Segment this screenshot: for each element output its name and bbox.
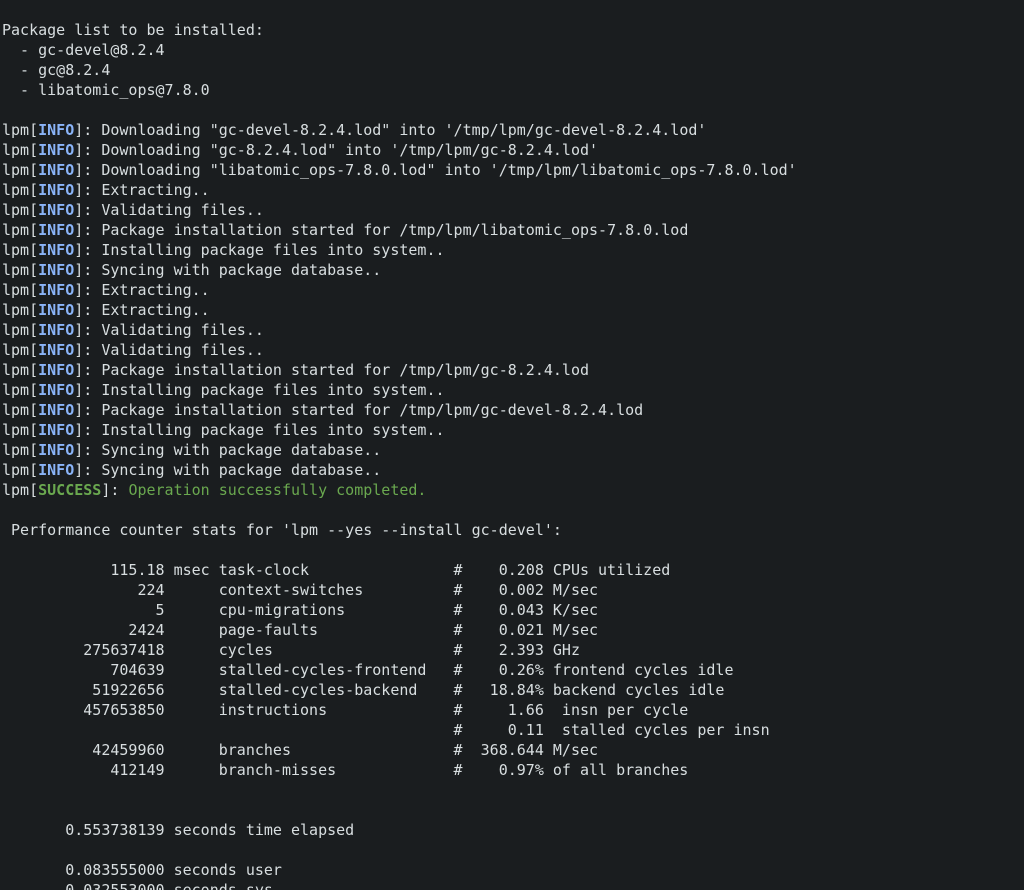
log-line: lpm[INFO]: Syncing with package database… — [2, 441, 381, 459]
info-tag: INFO — [38, 421, 74, 439]
info-tag: INFO — [38, 461, 74, 479]
log-line: lpm[INFO]: Extracting.. — [2, 301, 210, 319]
perf-summary: 0.553738139 seconds time elapsed 0.08355… — [2, 821, 354, 890]
pkg-item: - gc-devel@8.2.4 — [2, 41, 165, 59]
log-line: lpm[INFO]: Installing package files into… — [2, 421, 445, 439]
info-tag: INFO — [38, 401, 74, 419]
log-line: lpm[INFO]: Extracting.. — [2, 181, 210, 199]
info-tag: INFO — [38, 221, 74, 239]
info-tag: INFO — [38, 441, 74, 459]
info-tag: INFO — [38, 241, 74, 259]
log-line: lpm[INFO]: Downloading "gc-devel-8.2.4.l… — [2, 121, 706, 139]
log-line: lpm[INFO]: Validating files.. — [2, 321, 264, 339]
log-line: lpm[INFO]: Installing package files into… — [2, 381, 445, 399]
info-tag: INFO — [38, 181, 74, 199]
pkg-header: Package list to be installed: — [2, 21, 264, 39]
log-line: lpm[INFO]: Package installation started … — [2, 221, 688, 239]
info-tag: INFO — [38, 281, 74, 299]
log-line: lpm[INFO]: Syncing with package database… — [2, 261, 381, 279]
info-tag: INFO — [38, 141, 74, 159]
log-line: lpm[INFO]: Package installation started … — [2, 361, 589, 379]
log-line: lpm[INFO]: Validating files.. — [2, 341, 264, 359]
info-tag: INFO — [38, 201, 74, 219]
pkg-item: - libatomic_ops@7.8.0 — [2, 81, 210, 99]
info-tag: INFO — [38, 381, 74, 399]
perf-header: Performance counter stats for 'lpm --yes… — [2, 521, 562, 539]
info-tag: INFO — [38, 301, 74, 319]
log-line: lpm[INFO]: Validating files.. — [2, 201, 264, 219]
success-tag: SUCCESS — [38, 481, 101, 499]
log-line: lpm[INFO]: Installing package files into… — [2, 241, 445, 259]
info-tag: INFO — [38, 121, 74, 139]
pkg-item: - gc@8.2.4 — [2, 61, 110, 79]
log-line: lpm[INFO]: Extracting.. — [2, 281, 210, 299]
info-tag: INFO — [38, 321, 74, 339]
log-line: lpm[INFO]: Syncing with package database… — [2, 461, 381, 479]
info-tag: INFO — [38, 361, 74, 379]
log-line: lpm[INFO]: Downloading "libatomic_ops-7.… — [2, 161, 797, 179]
info-tag: INFO — [38, 161, 74, 179]
log-line: lpm[INFO]: Downloading "gc-8.2.4.lod" in… — [2, 141, 598, 159]
success-msg: Operation successfully completed. — [128, 481, 426, 499]
info-tag: INFO — [38, 341, 74, 359]
terminal-output: Package list to be installed: - gc-devel… — [0, 0, 1024, 890]
log-line: lpm[INFO]: Package installation started … — [2, 401, 643, 419]
perf-stats: 115.18 msec task-clock # 0.208 CPUs util… — [2, 561, 770, 779]
log-line-success: lpm[SUCCESS]: Operation successfully com… — [2, 481, 426, 499]
info-tag: INFO — [38, 261, 74, 279]
